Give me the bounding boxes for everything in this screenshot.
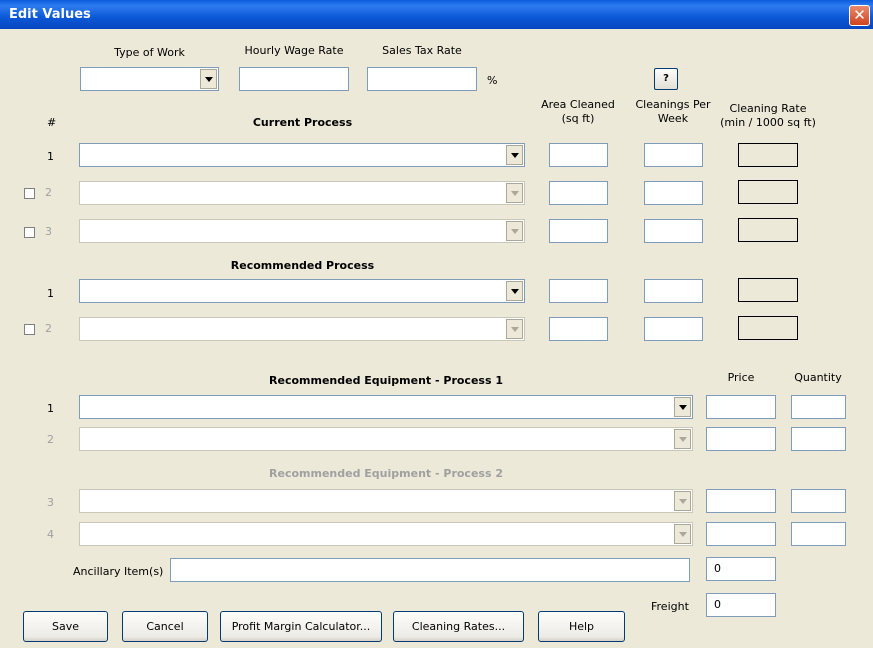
chevron-down-icon[interactable] [674, 524, 691, 544]
equipment-select[interactable] [79, 522, 693, 546]
help-button[interactable]: Help [538, 611, 625, 642]
recommended-process-header: Recommended Process [230, 259, 375, 272]
freight-input[interactable]: 0 [706, 593, 776, 617]
edit-values-dialog: Edit Values ✕ Type of Work Hourly Wage R… [0, 0, 873, 648]
row-number: 1 [47, 402, 54, 415]
cleanings-per-week-input[interactable] [644, 143, 703, 167]
close-button[interactable]: ✕ [849, 5, 870, 26]
chevron-down-icon[interactable] [674, 429, 691, 449]
cleaning-rate-output [738, 180, 798, 204]
equipment-process-2-header: Recommended Equipment - Process 2 [269, 467, 503, 480]
price-input[interactable] [706, 489, 776, 513]
cleanings-per-week-header: Cleanings Per Week [635, 98, 711, 125]
equipment-process-1-header: Recommended Equipment - Process 1 [269, 374, 503, 387]
quantity-input[interactable] [791, 489, 846, 513]
cleanings-per-week-input[interactable] [644, 317, 703, 341]
area-cleaned-input[interactable] [549, 317, 608, 341]
chevron-down-icon[interactable] [506, 183, 523, 203]
number-column-header: # [47, 116, 57, 129]
title-bar[interactable]: Edit Values ✕ [0, 0, 873, 29]
current-process-select[interactable] [79, 143, 525, 167]
close-icon: ✕ [853, 6, 866, 24]
area-cleaned-input[interactable] [549, 143, 608, 167]
chevron-down-icon[interactable] [506, 319, 523, 339]
area-cleaned-input[interactable] [549, 181, 608, 205]
chevron-down-icon[interactable] [674, 397, 691, 417]
price-header: Price [727, 371, 755, 384]
quantity-input[interactable] [791, 522, 846, 546]
type-of-work-label: Type of Work [114, 46, 185, 59]
cleaning-rate-output [738, 218, 798, 242]
ancillary-label: Ancillary Item(s) [73, 565, 164, 578]
price-input[interactable] [706, 395, 776, 419]
ancillary-input[interactable] [170, 558, 690, 582]
equipment-select[interactable] [79, 427, 693, 451]
cancel-button[interactable]: Cancel [122, 611, 208, 642]
row-number: 3 [45, 225, 52, 238]
profit-margin-calculator-button[interactable]: Profit Margin Calculator... [220, 611, 382, 642]
enable-checkbox[interactable] [24, 188, 35, 199]
sales-tax-input[interactable] [367, 67, 477, 91]
row-number: 1 [47, 150, 54, 163]
recommended-process-select[interactable] [79, 317, 525, 341]
hourly-wage-input[interactable] [239, 67, 349, 91]
percent-symbol: % [487, 74, 498, 87]
cleaning-rate-output [738, 316, 798, 340]
area-cleaned-input[interactable] [549, 279, 608, 303]
row-number: 2 [47, 433, 54, 446]
row-number: 3 [47, 496, 54, 509]
quantity-input[interactable] [791, 427, 846, 451]
cleanings-per-week-input[interactable] [644, 181, 703, 205]
sales-tax-label: Sales Tax Rate [382, 44, 462, 57]
row-number: 4 [47, 528, 54, 541]
area-cleaned-input[interactable] [549, 219, 608, 243]
chevron-down-icon[interactable] [674, 491, 691, 511]
ancillary-price-input[interactable]: 0 [706, 557, 776, 581]
cleaning-rate-header: Cleaning Rate (min / 1000 sq ft) [720, 102, 816, 129]
chevron-down-icon[interactable] [506, 221, 523, 241]
current-process-select[interactable] [79, 181, 525, 205]
type-of-work-select[interactable] [80, 67, 219, 91]
current-process-select[interactable] [79, 219, 525, 243]
freight-label: Freight [651, 600, 689, 613]
enable-checkbox[interactable] [24, 227, 35, 238]
equipment-select[interactable] [79, 395, 693, 419]
chevron-down-icon[interactable] [506, 281, 523, 301]
area-cleaned-header: Area Cleaned (sq ft) [541, 98, 615, 125]
window-title: Edit Values [9, 7, 91, 22]
save-button[interactable]: Save [23, 611, 108, 642]
enable-checkbox[interactable] [24, 324, 35, 335]
chevron-down-icon[interactable] [200, 69, 217, 89]
cleaning-rate-output [738, 143, 798, 167]
chevron-down-icon[interactable] [506, 145, 523, 165]
cleanings-per-week-input[interactable] [644, 279, 703, 303]
price-input[interactable] [706, 427, 776, 451]
current-process-header: Current Process [252, 116, 353, 129]
cleaning-rate-output [738, 278, 798, 302]
info-button[interactable]: ? [654, 68, 678, 90]
recommended-process-select[interactable] [79, 279, 525, 303]
row-number: 1 [47, 287, 54, 300]
quantity-header: Quantity [794, 371, 842, 384]
equipment-select[interactable] [79, 489, 693, 513]
row-number: 2 [45, 186, 52, 199]
hourly-wage-label: Hourly Wage Rate [244, 44, 344, 57]
price-input[interactable] [706, 522, 776, 546]
quantity-input[interactable] [791, 395, 846, 419]
row-number: 2 [45, 322, 52, 335]
cleaning-rates-button[interactable]: Cleaning Rates... [393, 611, 524, 642]
cleanings-per-week-input[interactable] [644, 219, 703, 243]
